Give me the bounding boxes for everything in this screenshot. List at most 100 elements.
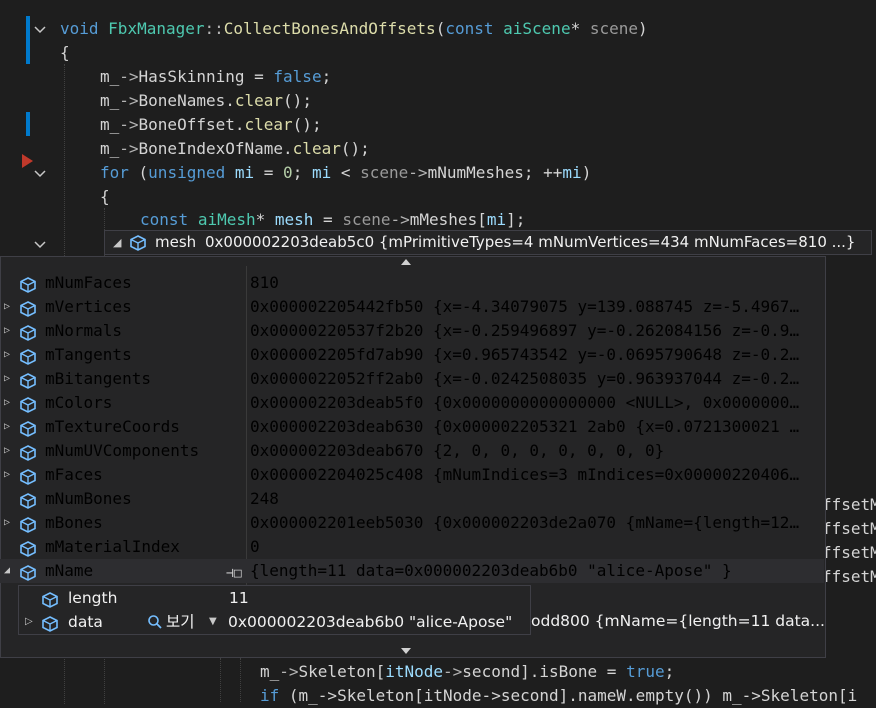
code-line-3: m_->BoneOffset.clear();: [100, 113, 322, 137]
operator: ->: [390, 210, 410, 229]
datatip-row[interactable]: mMaterialIndex 0: [0, 535, 824, 559]
expand-triangle-icon[interactable]: ▷: [4, 343, 10, 367]
operator: .: [234, 115, 245, 134]
row-value[interactable]: 0x00000220537f2b20 {x=-0.259496897 y=-0.…: [250, 319, 802, 343]
row-value[interactable]: 810: [250, 271, 802, 295]
fold-chevron-icon[interactable]: [32, 22, 48, 38]
expand-triangle-icon[interactable]: ▷: [4, 391, 10, 415]
change-marker: [26, 16, 30, 64]
child-name: length: [68, 589, 118, 607]
identifier: m_: [260, 662, 280, 681]
punct: ();: [283, 91, 312, 110]
identifier: m_: [100, 139, 120, 158]
row-value[interactable]: 248: [250, 487, 802, 511]
row-value[interactable]: {length=11 data=0x000002203deab6b0 "alic…: [250, 559, 802, 583]
pin-icon[interactable]: ⊣□: [226, 566, 242, 581]
datatip-value[interactable]: 0x000002203deab5c0 {mPrimitiveTypes=4 mN…: [205, 231, 855, 254]
row-name: mTextureCoords: [45, 417, 180, 436]
child-value[interactable]: 11: [229, 586, 249, 610]
collapse-triangle-icon[interactable]: ◢: [4, 559, 10, 583]
row-value[interactable]: 0: [250, 535, 802, 559]
expand-triangle-icon[interactable]: ▷: [4, 511, 10, 535]
datatip-row[interactable]: ▷ mNormals 0x00000220537f2b20 {x=-0.259496…: [0, 319, 824, 343]
type-name: aiMesh: [197, 210, 256, 229]
fold-chevron-icon[interactable]: [32, 166, 48, 182]
expand-triangle-icon[interactable]: ▷: [4, 295, 10, 319]
code-line-isbone: m_->Skeleton[itNode->second].isBone = tr…: [260, 660, 674, 684]
datatip-name: mesh: [155, 233, 197, 251]
magnifier-icon[interactable]: [147, 613, 163, 637]
operator: =: [597, 662, 627, 681]
operator: =: [313, 210, 343, 229]
expand-triangle-icon[interactable]: ▷: [4, 439, 10, 463]
code-line-mesh: const aiMesh* mesh = scene->mMeshes[mi];: [140, 208, 525, 232]
child-value[interactable]: 0x000002203deab6b0 "alice-Apose": [228, 610, 512, 634]
collapse-triangle-icon[interactable]: ◢: [113, 231, 121, 254]
datatip-child-panel[interactable]: length 11 ▷ data 보기 ▼ 0x000002203deab6b0…: [18, 585, 531, 635]
scroll-down-icon[interactable]: [401, 648, 411, 654]
datatip-row[interactable]: ▷ mColors 0x000002203deab5f0 {0x0000000000…: [0, 391, 824, 415]
datatip-row[interactable]: mNumBones 248: [0, 487, 824, 511]
row-name: mColors: [45, 393, 113, 412]
row-value[interactable]: 0x000002203deab670 {2, 0, 0, 0, 0, 0, 0,…: [250, 439, 802, 463]
datatip-row[interactable]: ▷ mFaces 0x000002204025c408 {mNumIndices=3…: [0, 463, 824, 487]
code-line-if: if (m_->Skeleton[itNode->second].nameW.e…: [260, 684, 857, 708]
expand-triangle-icon[interactable]: ▷: [4, 367, 10, 391]
datatip-row[interactable]: ◢ mName {length=11 data=0x000002203deab6b0…: [0, 559, 824, 583]
datatip-row[interactable]: ▷ mBones 0x000002201eeb5030 {0x000002203de…: [0, 511, 824, 535]
child-row[interactable]: ▷ data 보기 ▼ 0x000002203deab6b0 "alice-Ap…: [19, 610, 530, 634]
row-value[interactable]: 0x000002205442fb50 {x=-4.34079075 y=139.…: [250, 295, 802, 319]
identifier: m_: [100, 67, 120, 86]
change-marker: [26, 112, 30, 136]
row-value[interactable]: 0x000002201eeb5030 {0x000002203de2a070 {…: [250, 511, 802, 535]
variable: mi: [486, 210, 507, 229]
function-name: clear: [234, 91, 284, 110]
code-line-1: m_->HasSkinning = false;: [100, 65, 331, 89]
scroll-up-icon[interactable]: [401, 259, 411, 265]
expand-triangle-icon[interactable]: ▷: [25, 610, 33, 634]
expand-triangle-icon[interactable]: ▷: [4, 415, 10, 439]
row-name: mNumBones: [45, 489, 132, 508]
child-name: data: [68, 613, 103, 631]
paren: ): [638, 19, 648, 38]
punct: ();: [292, 115, 322, 134]
row-value[interactable]: 0x000002203deab5f0 {0x0000000000000000 <…: [250, 391, 802, 415]
member: BoneNames: [138, 91, 226, 110]
code-fragment: ffsetM: [822, 567, 876, 586]
fold-chevron-icon[interactable]: [32, 237, 48, 253]
class-name: FbxManager: [108, 19, 205, 38]
datatip-row[interactable]: mNumFaces 810: [0, 271, 824, 295]
row-value[interactable]: 0x000002205fd7ab90 {x=0.965743542 y=-0.0…: [250, 343, 802, 367]
datatip-header[interactable]: ◢ mesh 0x000002203deab5c0 {mPrimitiveTyp…: [104, 230, 872, 255]
view-button[interactable]: 보기: [166, 610, 195, 634]
keyword: false: [273, 67, 322, 86]
expand-triangle-icon[interactable]: ▷: [4, 319, 10, 343]
punct: ;: [664, 662, 675, 681]
keyword: for: [100, 163, 129, 182]
variable[interactable]: mesh: [275, 210, 314, 229]
operator: ->: [443, 662, 463, 681]
datatip-row[interactable]: ▷ mTextureCoords 0x000002203deab630 {0x000…: [0, 415, 824, 439]
variable: itNode: [385, 662, 444, 681]
operator: ->: [408, 163, 428, 182]
row-value[interactable]: 0x000002204025c408 {mNumIndices=3 mIndic…: [250, 463, 802, 487]
datatip-row[interactable]: ▷ mVertices 0x000002205442fb50 {x=-4.34079…: [0, 295, 824, 319]
operator: ->: [279, 662, 299, 681]
function-name: CollectBonesAndOffsets: [223, 19, 436, 38]
operator: .: [283, 139, 293, 158]
paren: (: [435, 19, 446, 38]
child-row[interactable]: length 11: [19, 586, 530, 610]
datatip-row[interactable]: ▷ mNumUVComponents 0x000002203deab670 {2, …: [0, 439, 824, 463]
datatip-row[interactable]: ▷ mTangents 0x000002205fd7ab90 {x=0.965743…: [0, 343, 824, 367]
row-name: mMaterialIndex: [45, 537, 180, 556]
expand-triangle-icon[interactable]: ▷: [4, 463, 10, 487]
punct: ].: [520, 662, 540, 681]
datatip-row[interactable]: ▷ mBitangents 0x0000022052ff2ab0 {x=-0.024…: [0, 367, 824, 391]
dropdown-arrow-icon[interactable]: ▼: [209, 610, 217, 634]
row-name: mNumUVComponents: [45, 441, 200, 460]
code-fragment: ffsetM: [822, 543, 876, 562]
object-icon: [41, 615, 59, 639]
param-name: scene: [589, 19, 639, 38]
row-value[interactable]: 0x000002203deab630 {0x000002205321 2ab0 …: [250, 415, 802, 439]
row-value[interactable]: 0x0000022052ff2ab0 {x=-0.0242508035 y=0.…: [250, 367, 802, 391]
